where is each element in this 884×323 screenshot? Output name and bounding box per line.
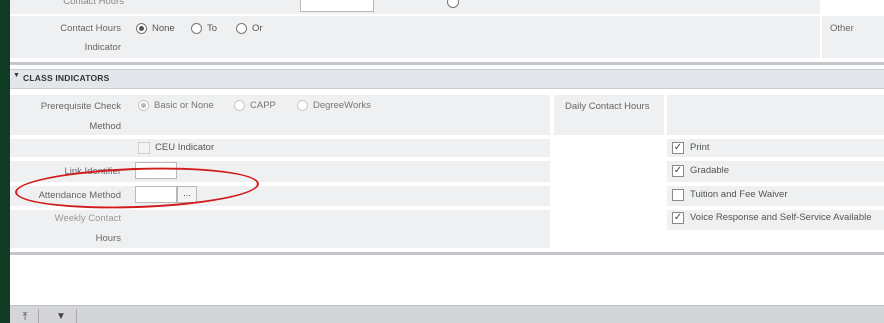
truncated-label: Contact Hours <box>63 0 124 7</box>
daily-contact-label: Daily Contact Hours <box>565 101 650 112</box>
toolbar-divider <box>76 309 77 323</box>
daily-contact-value-band <box>667 95 884 135</box>
radio-to-label: To <box>207 23 218 34</box>
tuition-fee-waiver-label: Tuition and Fee Waiver <box>690 189 788 200</box>
toolbar-divider <box>38 309 39 323</box>
radio-or-label: Or <box>252 23 263 34</box>
radio-capp[interactable] <box>234 100 245 111</box>
tuition-fee-waiver-checkbox[interactable] <box>672 189 684 201</box>
separator <box>10 62 884 65</box>
radio-or[interactable] <box>236 23 247 34</box>
hours-label: Hours <box>95 233 121 244</box>
radio-to[interactable] <box>191 23 202 34</box>
print-checkbox[interactable]: ✓ <box>672 142 684 154</box>
move-top-icon[interactable]: ⤒ <box>16 310 34 323</box>
radio-degreeworks-label: DegreeWorks <box>313 100 371 111</box>
ceu-checkbox[interactable] <box>138 142 150 154</box>
radio-none[interactable] <box>136 23 147 34</box>
contact-hours-label: Contact Hours <box>60 23 121 34</box>
move-down-icon[interactable]: ▼ <box>52 310 70 323</box>
radio-capp-label: CAPP <box>250 100 276 111</box>
form-window: Contact Hours Contact Hours Indicator No… <box>10 0 884 323</box>
ceu-label: CEU Indicator <box>155 142 215 153</box>
other-label: Other <box>830 23 854 34</box>
radio-basic-label: Basic or None <box>154 100 214 111</box>
print-label: Print <box>690 142 710 153</box>
section-title: CLASS INDICATORS <box>23 73 110 83</box>
radio-degreeworks[interactable] <box>297 100 308 111</box>
voice-response-label: Voice Response and Self-Service Availabl… <box>690 212 872 223</box>
footer-toolbar: ⤒ ▼ <box>10 305 884 323</box>
truncated-input[interactable] <box>300 0 374 12</box>
truncated-row <box>10 0 820 14</box>
ceu-band <box>10 139 550 157</box>
contact-hours-band <box>10 16 820 58</box>
method-label: Method <box>89 121 121 132</box>
gradable-label: Gradable <box>690 165 730 176</box>
separator <box>10 252 884 255</box>
class-indicators-header[interactable]: ▼ CLASS INDICATORS <box>10 69 884 89</box>
gradable-checkbox[interactable]: ✓ <box>672 165 684 177</box>
indicator-label: Indicator <box>84 42 121 53</box>
voice-response-checkbox[interactable]: ✓ <box>672 212 684 224</box>
prereq-label: Prerequisite Check <box>40 101 121 112</box>
caret-down-icon[interactable]: ▼ <box>13 72 20 79</box>
radio-basic-or-none[interactable] <box>138 100 149 111</box>
radio-none-label: None <box>152 23 175 34</box>
weekly-contact-label: Weekly Contact <box>54 213 121 224</box>
